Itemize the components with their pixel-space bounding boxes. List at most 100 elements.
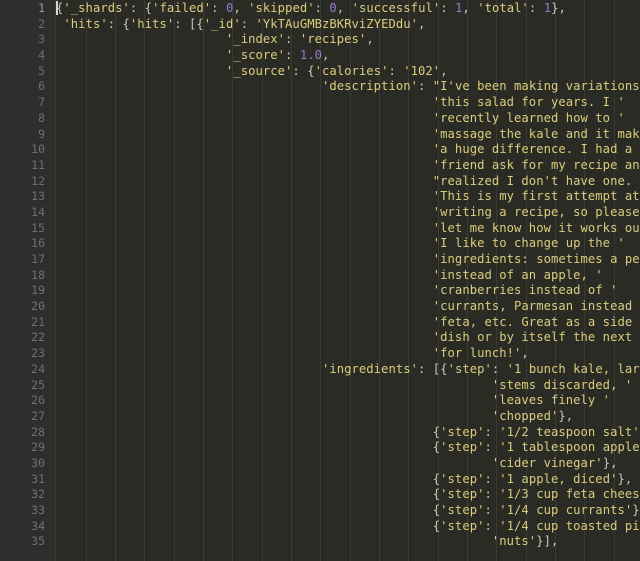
string-token: 'leaves finely ' (491, 393, 611, 408)
punctuation-token: }], (536, 534, 559, 549)
code-line[interactable]: 'stems discarded, ' (56, 378, 640, 394)
code-line[interactable]: 'feta, etc. Great as a side ' (56, 315, 640, 331)
code-editor[interactable]: 1 2 3 4 5 6 7 8 9 10 11 12 13 14 15 16 17 18 19 20 21 22 23 24 2… (0, 0, 640, 561)
code-line[interactable]: '_index': 'recipes', (56, 32, 640, 48)
punctuation-token: }, (602, 455, 618, 470)
line-number: 24 (31, 361, 45, 376)
code-line[interactable]: 'chopped'}, (56, 409, 640, 425)
line-number: 29 (31, 440, 45, 455)
code-line[interactable]: {'step': '1/2 teaspoon salt'}, (56, 425, 640, 441)
string-token: '1/4 cup toasted pine ' (499, 518, 640, 533)
string-token: 'step' (440, 518, 485, 533)
code-line[interactable]: 'ingredients: sometimes a pear ' (56, 252, 640, 268)
code-line[interactable]: 'let me know how it works out! ' (56, 221, 640, 237)
string-token: 'let me know how it works out! ' (432, 220, 640, 235)
code-line[interactable]: 'ingredients': [{'step': '1 bunch kale, … (56, 362, 640, 378)
code-content[interactable]: {'_shards': {'failed': 0, 'skipped': 0, … (56, 1, 640, 550)
punctuation-token: , (521, 346, 529, 361)
code-line[interactable]: "realized I don't have one. " (56, 174, 640, 190)
code-line[interactable]: 'instead of an apple, ' (56, 268, 640, 284)
number-token: 1 (543, 1, 552, 15)
line-number: 5 (38, 63, 45, 78)
string-token: 'This is my first attempt at ' (432, 189, 640, 204)
line-number: 28 (31, 424, 45, 439)
punctuation-token: : (211, 1, 226, 15)
punctuation-token: : (484, 518, 500, 533)
string-token: 'step' (440, 503, 485, 517)
line-number: 19 (31, 283, 45, 298)
line-number: 11 (31, 157, 45, 172)
line-number-gutter: 1 2 3 4 5 6 7 8 9 10 11 12 13 14 15 16 17 18 19 20 21 22 23 24 2… (0, 0, 56, 561)
code-line[interactable]: 'cranberries instead of ' (56, 283, 640, 299)
string-token: '_score' (225, 48, 286, 63)
code-line[interactable]: 'this salad for years. I ' (56, 95, 640, 111)
code-line[interactable]: 'cider vinegar'}, (56, 456, 640, 472)
punctuation-token: : (484, 503, 500, 517)
code-line[interactable]: {'step': '1 apple, diced'}, (56, 472, 640, 488)
string-token: 'recently learned how to ' (432, 110, 625, 125)
string-token: "realized I don't have one. " (432, 173, 640, 188)
punctuation-token: : (484, 487, 500, 502)
string-token: 'currants, Parmesan instead of ' (432, 299, 640, 314)
code-line[interactable]: {'step': '1/4 cup toasted pine ' (56, 519, 640, 535)
string-token: 'hits' (63, 16, 108, 31)
punctuation-token: : (528, 1, 544, 15)
code-line[interactable]: 'leaves finely ' (56, 393, 640, 409)
line-number: 17 (31, 252, 45, 266)
code-line[interactable]: 'recently learned how to ' (56, 111, 640, 127)
line-number: 32 (31, 487, 45, 502)
code-line[interactable]: 'This is my first attempt at ' (56, 189, 640, 205)
string-token: 'recipes' (299, 32, 367, 47)
line-number: 26 (31, 393, 45, 408)
punctuation-token: : { (129, 1, 153, 15)
punctuation-token: , (366, 32, 374, 47)
code-viewport[interactable]: {'_shards': {'failed': 0, 'skipped': 0, … (56, 0, 640, 561)
line-number: 34 (31, 518, 45, 533)
string-token: 'hits' (129, 16, 175, 31)
string-token: 'step' (440, 440, 485, 455)
code-line[interactable]: 'friend ask for my recipe and I ' (56, 158, 640, 174)
code-line[interactable]: 'description': "I've been making variati… (56, 79, 640, 95)
code-line[interactable]: 'hits': {'hits': [{'_id': 'YkTAuGMBzBKRv… (56, 17, 640, 33)
code-line[interactable]: 'dish or by itself the next day ' (56, 330, 640, 346)
number-token: 1.0 (299, 48, 322, 63)
code-line[interactable]: '_score': 1.0, (56, 48, 640, 64)
code-line[interactable]: 'nuts'}], (56, 534, 640, 550)
string-token: 'this salad for years. I ' (432, 95, 625, 110)
code-line[interactable]: 'I like to change up the ' (56, 236, 640, 252)
string-token: 'successful' (351, 1, 441, 15)
string-token: 'dish or by itself the next day ' (432, 330, 640, 345)
code-line[interactable]: {'step': '1/4 cup currants'}, (56, 503, 640, 519)
string-token: 'failed' (152, 1, 212, 15)
code-line[interactable]: {'_shards': {'failed': 0, 'skipped': 0, … (56, 1, 640, 17)
code-line[interactable]: 'a huge difference. I had a ' (56, 142, 640, 158)
string-token: '102' (403, 63, 441, 78)
code-line[interactable]: 'writing a recipe, so please ' (56, 205, 640, 221)
code-line[interactable]: {'step': '1 tablespoon apple ' (56, 440, 640, 456)
code-line[interactable]: '_source': {'calories': '102', (56, 64, 640, 80)
code-line[interactable]: 'massage the kale and it makes ' (56, 127, 640, 143)
string-token: 'step' (440, 487, 485, 502)
code-line[interactable]: 'currants, Parmesan instead of ' (56, 299, 640, 315)
code-line[interactable]: {'step': '1/3 cup feta cheese'}, (56, 487, 640, 503)
code-line[interactable]: 'for lunch!', (56, 346, 640, 362)
string-token: 'calories' (314, 63, 389, 78)
string-token: 'I like to change up the ' (432, 236, 625, 251)
